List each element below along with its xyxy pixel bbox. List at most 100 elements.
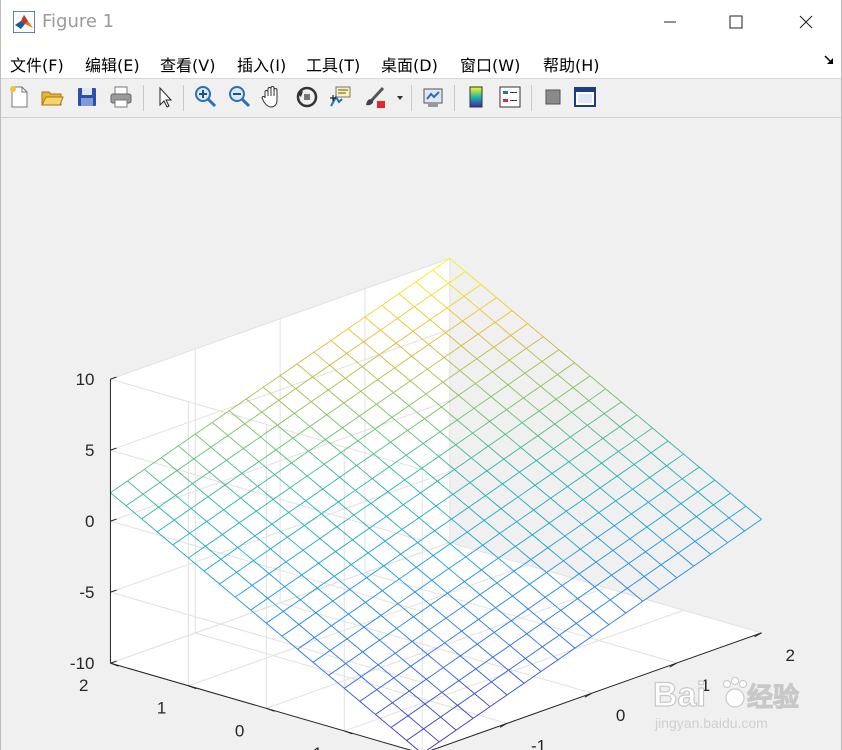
mesh-line xyxy=(585,437,604,451)
mesh-line xyxy=(483,508,502,521)
mesh-line xyxy=(503,458,520,473)
maximize-icon xyxy=(729,15,743,29)
menu-window[interactable]: 窗口(W) xyxy=(460,52,520,76)
mesh-line xyxy=(472,420,490,434)
brush-dropdown-icon[interactable] xyxy=(394,84,406,110)
menu-view[interactable]: 查看(V) xyxy=(160,52,215,76)
mesh-line xyxy=(500,508,517,523)
mesh-line xyxy=(697,479,716,493)
mesh-line xyxy=(582,487,601,500)
brush-icon[interactable] xyxy=(362,84,388,110)
mesh-line xyxy=(520,435,539,448)
minimize-button[interactable] xyxy=(641,0,699,44)
mesh-line xyxy=(554,423,571,438)
z-tick-label: 10 xyxy=(76,370,95,389)
z-tick-label: -5 xyxy=(79,583,94,602)
mesh-line xyxy=(629,526,648,540)
mesh-line xyxy=(618,451,635,465)
mesh-line xyxy=(479,308,496,323)
link-plot-icon[interactable] xyxy=(420,84,446,110)
mesh-line xyxy=(574,362,591,377)
mesh-line xyxy=(473,396,492,409)
close-button[interactable] xyxy=(777,0,835,44)
mesh-line xyxy=(598,512,615,527)
save-icon[interactable] xyxy=(74,84,100,110)
mesh-line xyxy=(662,539,679,554)
mesh-line xyxy=(582,499,600,513)
menu-help[interactable]: 帮助(H) xyxy=(543,52,600,76)
menu-edit[interactable]: 编辑(E) xyxy=(85,52,140,76)
menu-bar: 文件(F) 编辑(E) 查看(V) 插入(I) 工具(T) 桌面(D) 窗口(W… xyxy=(1,44,841,79)
mesh-line xyxy=(663,514,680,529)
mesh-line xyxy=(665,478,683,491)
y-tick-label: 0 xyxy=(235,721,244,740)
new-figure-icon[interactable] xyxy=(6,84,32,110)
data-cursor-icon[interactable] xyxy=(327,84,353,110)
mesh-line xyxy=(519,460,537,473)
mesh-line xyxy=(589,375,606,390)
mesh-line xyxy=(570,424,588,438)
legend-icon[interactable] xyxy=(497,84,523,110)
mesh-line xyxy=(493,346,510,361)
mesh-line xyxy=(476,358,493,373)
mesh-line xyxy=(507,372,526,386)
mesh-line xyxy=(449,531,468,545)
colorbar-icon[interactable] xyxy=(463,84,489,110)
mesh-line xyxy=(477,321,496,335)
mesh-line xyxy=(473,407,490,422)
mesh-line xyxy=(459,358,478,371)
mesh-line xyxy=(524,361,543,374)
zoom-in-icon[interactable] xyxy=(192,84,218,110)
mesh-line xyxy=(511,310,529,325)
mesh-line xyxy=(696,516,713,530)
mesh-line xyxy=(676,565,694,579)
maximize-button[interactable] xyxy=(707,0,765,44)
mesh-line xyxy=(594,574,612,588)
mesh-line xyxy=(616,464,635,477)
x-tick-label: 0 xyxy=(616,706,625,725)
mesh-line xyxy=(456,407,475,421)
mesh-line xyxy=(532,522,550,536)
mesh-line xyxy=(585,449,602,464)
menu-desktop[interactable]: 桌面(D) xyxy=(381,52,438,76)
menu-tools[interactable]: 工具(T) xyxy=(306,52,360,76)
mesh-line xyxy=(466,519,485,533)
x-tick-label: 2 xyxy=(786,646,795,665)
title-bar[interactable]: Figure 1 xyxy=(1,0,841,44)
hide-plot-tools-icon[interactable] xyxy=(540,84,566,110)
mesh-line xyxy=(475,383,492,397)
pointer-icon[interactable] xyxy=(152,84,178,110)
mesh-line xyxy=(581,512,600,525)
mesh-line xyxy=(694,541,711,555)
show-plot-tools-icon[interactable] xyxy=(572,84,598,110)
mesh-line xyxy=(588,400,605,414)
mesh-line xyxy=(475,371,493,384)
mesh-line xyxy=(524,372,541,387)
mesh-line xyxy=(458,383,476,396)
mesh-line xyxy=(490,396,507,410)
zoom-out-icon[interactable] xyxy=(226,84,252,110)
print-icon[interactable] xyxy=(108,84,134,110)
mesh-line xyxy=(523,385,541,399)
rotate-3d-icon[interactable] xyxy=(294,84,320,110)
dock-arrow-icon[interactable] xyxy=(823,54,835,66)
mesh-line xyxy=(662,527,680,541)
menu-file[interactable]: 文件(F) xyxy=(10,52,64,76)
mesh-line xyxy=(631,513,648,528)
mesh-line xyxy=(496,297,513,311)
mesh-line xyxy=(679,527,696,542)
mesh-line xyxy=(604,401,622,414)
mesh-line xyxy=(479,297,497,310)
surface-plot[interactable]: -10-50510-2-1012-2-1012 xyxy=(1,118,841,750)
figure-canvas[interactable]: -10-50510-2-1012-2-1012 xyxy=(1,118,841,750)
mesh-line xyxy=(462,308,480,322)
mesh-line xyxy=(713,504,730,519)
pan-hand-icon[interactable] xyxy=(259,84,285,110)
mesh-line xyxy=(466,531,484,546)
mesh-line xyxy=(483,520,501,534)
open-folder-icon[interactable] xyxy=(39,84,65,110)
mesh-line xyxy=(599,475,618,489)
mesh-line xyxy=(515,546,532,560)
mesh-line xyxy=(620,401,638,416)
menu-insert[interactable]: 插入(I) xyxy=(237,52,286,76)
